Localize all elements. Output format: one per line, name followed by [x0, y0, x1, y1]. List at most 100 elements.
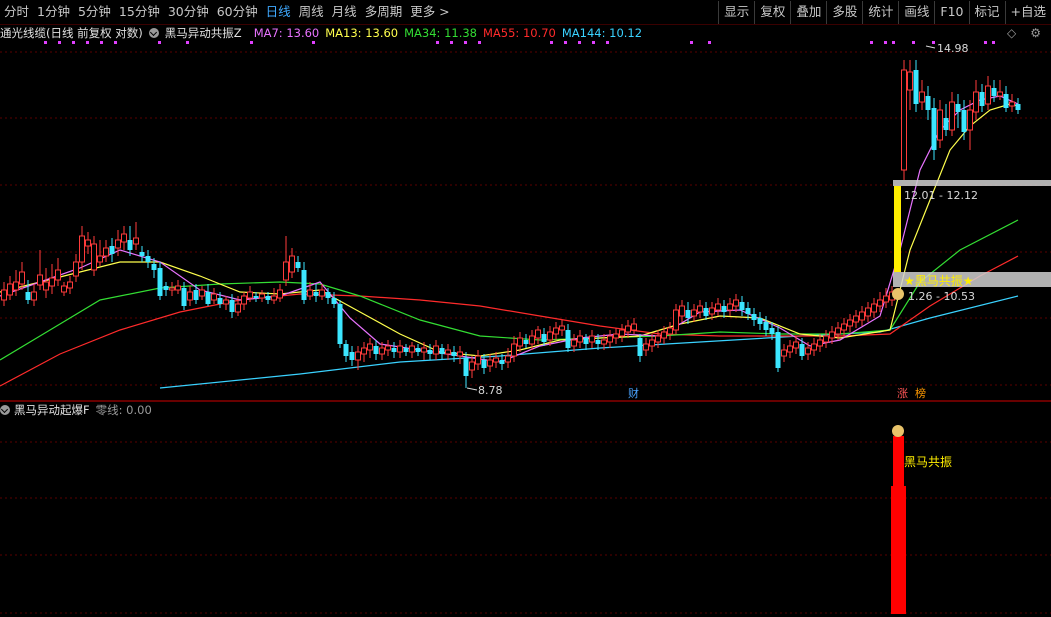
candle	[13, 270, 19, 296]
candle	[805, 342, 811, 360]
candle	[103, 240, 109, 262]
explode-bar-upper	[893, 436, 904, 486]
candle	[271, 288, 277, 304]
candle	[55, 258, 61, 286]
ma55-line	[0, 255, 1019, 387]
candle	[811, 338, 817, 356]
signal-dot	[478, 41, 481, 44]
signal-dot	[912, 41, 915, 44]
candle	[277, 284, 283, 302]
candle	[631, 318, 637, 334]
moving-averages	[0, 95, 1019, 389]
candle	[559, 320, 565, 336]
candle	[679, 300, 685, 322]
money-bag-icon	[892, 288, 904, 300]
explode-bar-lower	[891, 486, 906, 614]
money-bag-icon-2	[892, 425, 904, 437]
candle	[781, 344, 787, 362]
candle	[853, 310, 859, 328]
candle	[943, 104, 949, 136]
candle	[259, 290, 265, 302]
candle	[475, 350, 481, 370]
candle	[367, 338, 373, 358]
signal-dot	[564, 41, 567, 44]
signal-dot	[72, 41, 75, 44]
signal-dot	[58, 41, 61, 44]
signal-dot	[44, 41, 47, 44]
low-pointer	[466, 387, 478, 391]
candle	[967, 100, 973, 150]
candle	[949, 92, 955, 136]
candle	[391, 342, 397, 358]
kline-chart[interactable]: 12.01 - 12.12 1.26 - 10.53 ★黑马共振★ 14.98 …	[0, 0, 1051, 617]
candle	[961, 100, 967, 140]
candle	[205, 284, 211, 306]
candle	[193, 284, 199, 304]
candle	[733, 294, 739, 312]
signal-dot	[312, 41, 315, 44]
candle	[1015, 98, 1021, 114]
candle	[619, 324, 625, 342]
candle	[751, 308, 757, 326]
candlesticks	[1, 60, 1021, 388]
candle	[397, 340, 403, 358]
signal-dot	[464, 41, 467, 44]
candle	[451, 346, 457, 362]
candle	[1003, 86, 1009, 112]
rank-marker: 榜	[915, 386, 926, 400]
zero-line-label: 零线: 0.00	[95, 403, 152, 417]
dropdown-circle-icon[interactable]	[0, 405, 10, 415]
indicator-panel-title: 黑马异动起爆F	[14, 403, 90, 417]
candle	[445, 344, 451, 360]
signal-text: ★黑马共振★	[904, 274, 974, 288]
zone-band-upper	[893, 180, 1051, 186]
candle	[697, 300, 703, 318]
candle	[823, 330, 829, 348]
candle	[727, 298, 733, 316]
candle	[61, 282, 67, 296]
candle	[175, 280, 181, 294]
candle	[313, 284, 319, 302]
candle	[169, 282, 175, 296]
indicator-signal-label: 黑马共振	[904, 455, 952, 469]
candle	[871, 298, 877, 318]
candle	[73, 254, 79, 282]
candle	[121, 226, 127, 250]
candle	[1, 282, 7, 306]
candle	[7, 276, 13, 300]
candle	[145, 250, 151, 268]
signal-dot	[606, 41, 609, 44]
candle	[403, 344, 409, 356]
signal-dot	[186, 41, 189, 44]
signal-dot	[436, 41, 439, 44]
candle	[721, 300, 727, 318]
candle	[673, 304, 679, 334]
candle	[625, 320, 631, 338]
candle	[187, 286, 193, 306]
signal-dot	[158, 41, 161, 44]
candle	[43, 268, 49, 298]
candle	[511, 336, 517, 362]
candle	[913, 60, 919, 112]
candle	[691, 304, 697, 322]
candle	[241, 292, 247, 310]
candle	[523, 334, 529, 348]
low-label: 8.78	[478, 384, 503, 397]
candle	[373, 340, 379, 360]
candle	[847, 314, 853, 332]
candle	[907, 60, 913, 110]
signal-bar-yellow	[894, 186, 901, 272]
signal-dot	[100, 41, 103, 44]
candle	[31, 284, 37, 306]
candle	[133, 222, 139, 250]
candle	[607, 330, 613, 348]
zone-lower-label: 1.26 - 10.53	[908, 290, 975, 303]
candle	[787, 340, 793, 358]
candle	[667, 322, 673, 340]
candle	[163, 282, 169, 296]
signal-dot	[450, 41, 453, 44]
candle	[991, 80, 997, 102]
candle	[343, 340, 349, 362]
candle	[223, 296, 229, 310]
candle	[799, 338, 805, 360]
